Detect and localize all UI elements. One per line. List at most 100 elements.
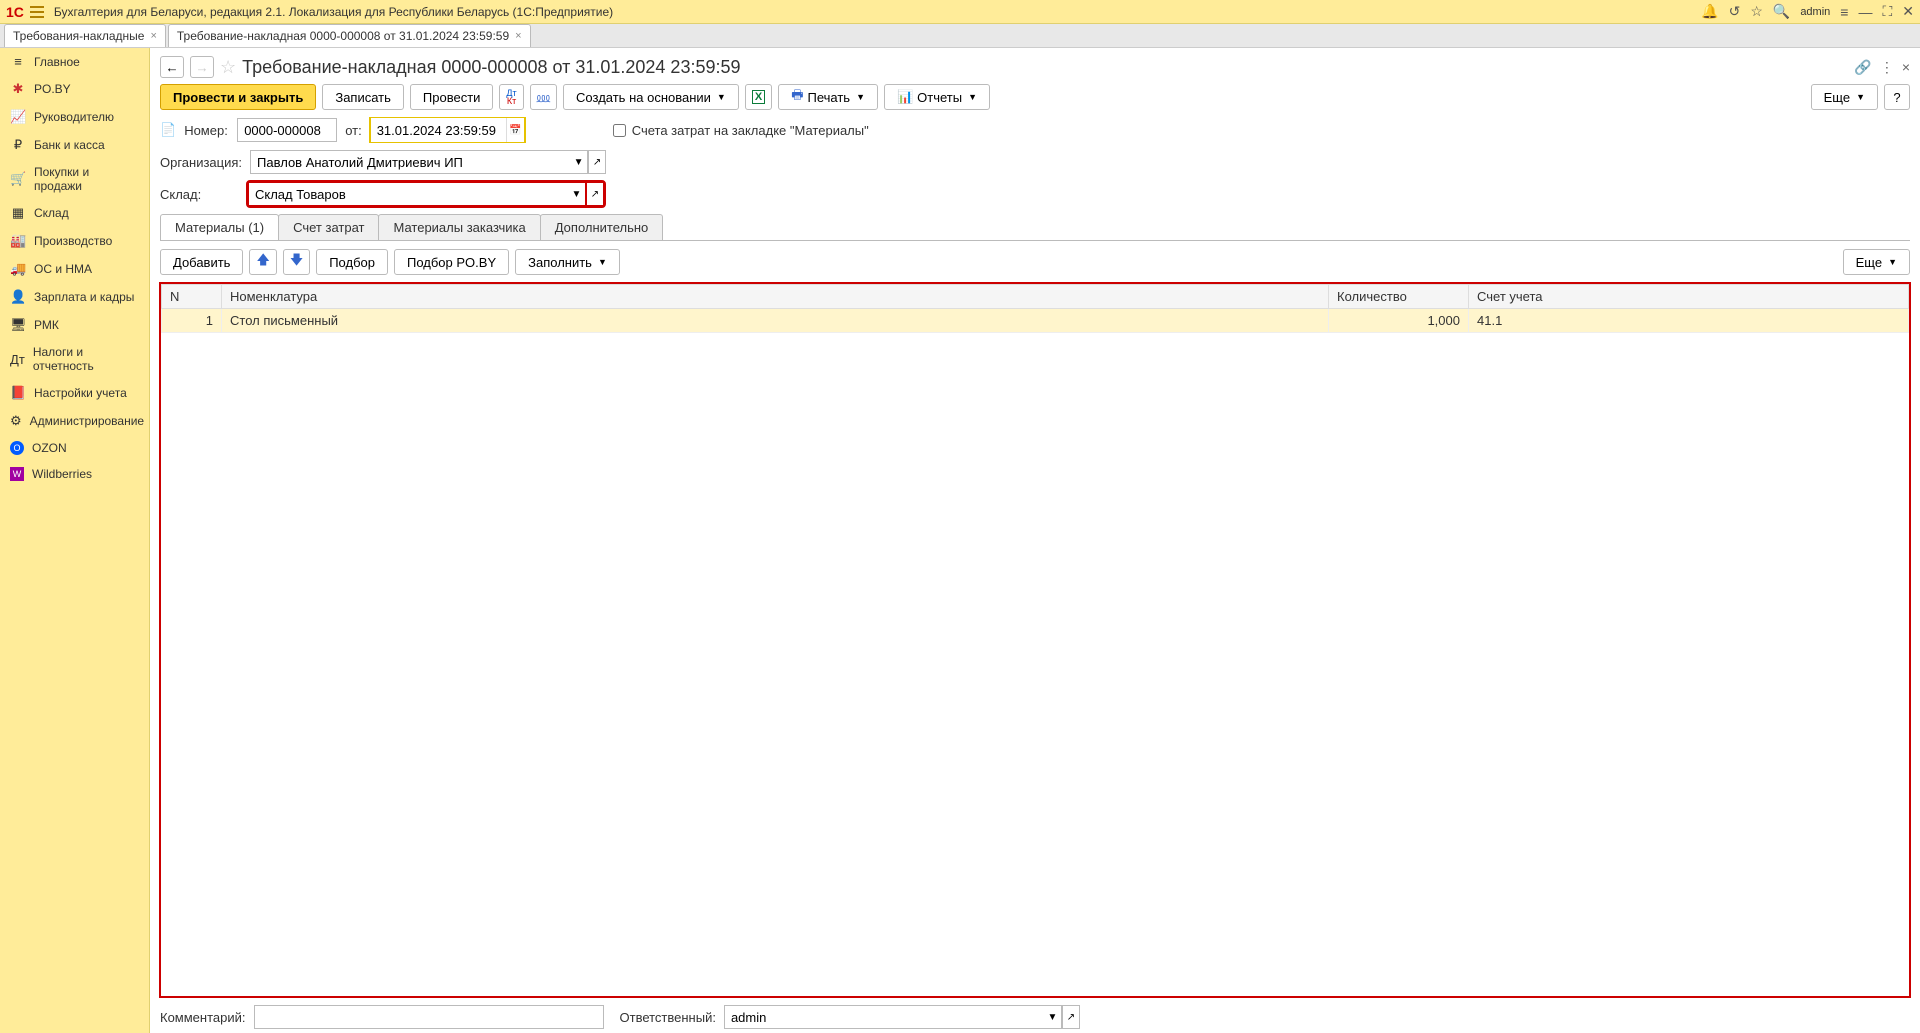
- warehouse-label: Склад:: [160, 187, 240, 202]
- bell-icon[interactable]: 🔔: [1701, 3, 1718, 20]
- tab-extra[interactable]: Дополнительно: [540, 214, 664, 240]
- document-status-icon: 📄: [160, 122, 176, 138]
- register-icon: 🖥: [10, 317, 26, 333]
- settings-icon[interactable]: ≡: [1840, 4, 1848, 20]
- cost-on-materials-checkbox-wrap[interactable]: Счета затрат на закладке "Материалы": [613, 123, 869, 138]
- open-button[interactable]: ↗: [1062, 1005, 1080, 1029]
- maximize-icon[interactable]: ⛶: [1882, 3, 1892, 20]
- sidebar-item-rmk[interactable]: 🖥 РМК: [0, 311, 149, 339]
- sidebar-item-main[interactable]: ≡Главное: [0, 48, 149, 75]
- col-header-nomenclature[interactable]: Номенклатура: [222, 285, 1329, 309]
- close-icon[interactable]: ×: [150, 30, 156, 42]
- comment-input[interactable]: [254, 1005, 604, 1029]
- sidebar-item-settings[interactable]: 📕Настройки учета: [0, 379, 149, 407]
- help-button[interactable]: ?: [1884, 84, 1910, 110]
- close-page-icon[interactable]: ×: [1902, 59, 1910, 76]
- move-up-button[interactable]: 🡅: [249, 249, 276, 275]
- person-icon: 👤: [10, 289, 26, 305]
- move-down-button[interactable]: 🡇: [283, 249, 310, 275]
- pick-poby-button[interactable]: Подбор PO.BY: [394, 249, 509, 275]
- sidebar-item-label: Wildberries: [32, 467, 92, 481]
- sidebar-item-hr[interactable]: 👤Зарплата и кадры: [0, 283, 149, 311]
- menu-icon[interactable]: [30, 6, 44, 18]
- doctab-document[interactable]: Требование-накладная 0000-000008 от 31.0…: [168, 24, 531, 47]
- cell-quantity[interactable]: 1,000: [1329, 309, 1469, 333]
- sidebar-item-production[interactable]: 🏭Производство: [0, 227, 149, 255]
- sidebar-item-poby[interactable]: ✱PO.BY: [0, 75, 149, 103]
- post-and-close-button[interactable]: Провести и закрыть: [160, 84, 316, 110]
- more-vert-icon[interactable]: ⋮: [1880, 59, 1894, 76]
- sidebar-item-label: Администрирование: [30, 414, 144, 428]
- write-button[interactable]: Записать: [322, 84, 404, 110]
- sidebar-item-manager[interactable]: 📈Руководителю: [0, 103, 149, 131]
- book-icon: 📕: [10, 385, 26, 401]
- dtkt-button[interactable]: ДтКт: [499, 84, 523, 110]
- date-input[interactable]: [371, 118, 506, 142]
- document-tabs-bar: Требования-накладные × Требование-наклад…: [0, 24, 1920, 48]
- search-icon[interactable]: 🔍: [1773, 3, 1790, 20]
- create-based-button[interactable]: Создать на основании▼: [563, 84, 739, 110]
- pick-button[interactable]: Подбор: [316, 249, 388, 275]
- sidebar-item-warehouse[interactable]: ▦Склад: [0, 199, 149, 227]
- table-row[interactable]: 1 Стол письменный 1,000 41.1: [162, 309, 1909, 333]
- minimize-icon[interactable]: —: [1858, 4, 1872, 20]
- ozon-icon: O: [10, 441, 24, 455]
- link-icon[interactable]: 🔗: [1854, 59, 1871, 76]
- history-icon[interactable]: ↺: [1729, 3, 1741, 20]
- tree-icon: ⅏: [537, 88, 550, 106]
- reports-button[interactable]: 📊Отчеты▼: [884, 84, 990, 110]
- post-button[interactable]: Провести: [410, 84, 494, 110]
- calendar-button[interactable]: 📅: [506, 118, 524, 142]
- org-input[interactable]: [250, 150, 570, 174]
- add-row-button[interactable]: Добавить: [160, 249, 243, 275]
- sidebar-item-assets[interactable]: 🚚ОС и НМА: [0, 255, 149, 283]
- col-header-account[interactable]: Счет учета: [1469, 285, 1909, 309]
- responsible-input[interactable]: [724, 1005, 1044, 1029]
- dropdown-button[interactable]: ▼: [570, 150, 588, 174]
- open-button[interactable]: ↗: [588, 150, 606, 174]
- tab-cost[interactable]: Счет затрат: [278, 214, 379, 240]
- col-header-n[interactable]: N: [162, 285, 222, 309]
- table-toolbar: Добавить 🡅 🡇 Подбор Подбор PO.BY Заполни…: [150, 241, 1920, 283]
- button-label: Еще: [1856, 255, 1882, 270]
- col-header-quantity[interactable]: Количество: [1329, 285, 1469, 309]
- tab-materials[interactable]: Материалы (1): [160, 214, 279, 240]
- print-button[interactable]: 🖶Печать▼: [778, 84, 878, 110]
- cost-on-materials-checkbox[interactable]: [613, 124, 626, 137]
- number-input[interactable]: [237, 118, 337, 142]
- cell-n[interactable]: 1: [162, 309, 222, 333]
- table-more-button[interactable]: Еще▼: [1843, 249, 1910, 275]
- more-button[interactable]: Еще▼: [1811, 84, 1878, 110]
- fill-button[interactable]: Заполнить▼: [515, 249, 620, 275]
- dropdown-button[interactable]: ▼: [568, 182, 586, 206]
- forward-button[interactable]: →: [190, 56, 214, 78]
- close-window-icon[interactable]: ✕: [1902, 3, 1914, 20]
- report-icon: 📊: [897, 89, 913, 105]
- tab-customer-materials[interactable]: Материалы заказчика: [378, 214, 540, 240]
- sidebar-item-bank[interactable]: ₽Банк и касса: [0, 131, 149, 159]
- close-icon[interactable]: ×: [515, 30, 521, 42]
- sidebar-item-ozon[interactable]: OOZON: [0, 435, 149, 461]
- sidebar-item-wildberries[interactable]: WWildberries: [0, 461, 149, 487]
- favorite-star-icon[interactable]: ☆: [220, 57, 236, 78]
- cell-account[interactable]: 41.1: [1469, 309, 1909, 333]
- user-label: admin: [1800, 6, 1830, 18]
- date-field-wrap: 📅: [370, 118, 525, 142]
- back-button[interactable]: ←: [160, 56, 184, 78]
- dropdown-button[interactable]: ▼: [1044, 1005, 1062, 1029]
- structure-button[interactable]: ⅏: [530, 84, 557, 110]
- sidebar-item-label: Главное: [34, 55, 80, 69]
- sidebar-item-sales[interactable]: 🛒Покупки и продажи: [0, 159, 149, 199]
- star-icon[interactable]: ☆: [1750, 3, 1763, 20]
- sidebar-item-taxes[interactable]: ДтНалоги и отчетность: [0, 339, 149, 379]
- sidebar-item-label: РМК: [34, 318, 59, 332]
- ruble-icon: ₽: [10, 137, 26, 153]
- button-label: Заполнить: [528, 255, 592, 270]
- sidebar-item-admin[interactable]: ⚙Администрирование: [0, 407, 149, 435]
- materials-table[interactable]: N Номенклатура Количество Счет учета 1 С…: [161, 284, 1909, 333]
- excel-button[interactable]: X: [745, 84, 772, 110]
- doctab-list[interactable]: Требования-накладные ×: [4, 24, 166, 47]
- cell-nomenclature[interactable]: Стол письменный: [222, 309, 1329, 333]
- warehouse-input[interactable]: [248, 182, 568, 206]
- open-button[interactable]: ↗: [586, 182, 604, 206]
